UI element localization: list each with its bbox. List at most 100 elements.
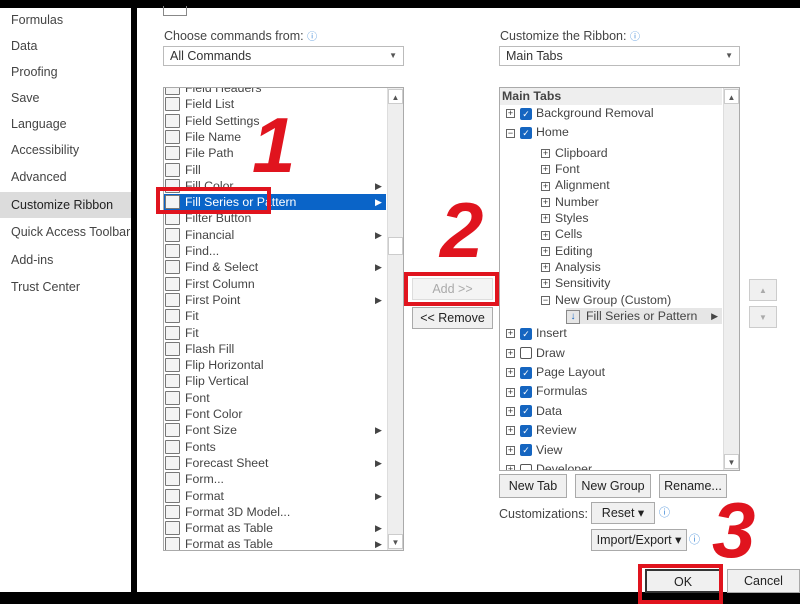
tree-item[interactable]: + Sensitivity xyxy=(541,275,610,291)
sidebar-item[interactable]: Add-ins xyxy=(0,247,131,273)
tree-item[interactable]: + Styles xyxy=(541,210,589,226)
tree-item[interactable]: + Developer xyxy=(506,461,592,470)
checkbox[interactable]: ✓ xyxy=(520,405,532,418)
expand-icon[interactable]: + xyxy=(506,387,515,397)
ribbon-dropdown[interactable]: Main Tabs ▼ xyxy=(499,46,740,66)
reset-button[interactable]: Reset ▾ xyxy=(591,502,655,524)
tree-item[interactable]: + ✓ Background Removal xyxy=(506,105,654,121)
expand-icon[interactable]: + xyxy=(506,109,515,119)
tree-item[interactable]: − New Group (Custom) xyxy=(541,292,671,308)
scroll-up-button[interactable]: ▲ xyxy=(388,89,403,104)
expand-icon[interactable]: + xyxy=(506,348,515,358)
new-group-button[interactable]: New Group xyxy=(575,474,651,498)
checkbox[interactable]: ✓ xyxy=(520,127,532,140)
sidebar-item[interactable]: Trust Center xyxy=(0,274,131,300)
command-item[interactable]: Fonts xyxy=(164,439,386,455)
tree-item[interactable]: + Alignment xyxy=(541,177,610,193)
command-item[interactable]: Form... xyxy=(164,471,386,487)
command-item[interactable]: Financial ▶ xyxy=(164,227,386,243)
sidebar-item[interactable]: Save xyxy=(0,85,131,111)
expand-icon[interactable]: + xyxy=(541,197,550,207)
tree-scrollbar[interactable]: ▲ ▼ xyxy=(723,88,739,470)
expand-icon[interactable]: + xyxy=(541,230,550,240)
checkbox[interactable] xyxy=(520,347,532,360)
scrollbar[interactable]: ▲ ▼ xyxy=(387,88,403,550)
scroll-thumb[interactable] xyxy=(388,237,403,255)
sidebar-item[interactable]: Language xyxy=(0,111,131,137)
tree-item[interactable]: + ✓ Insert xyxy=(506,325,567,341)
sidebar-item[interactable]: Formulas xyxy=(0,7,131,33)
collapse-icon[interactable]: − xyxy=(541,295,550,305)
expand-icon[interactable]: + xyxy=(506,368,515,378)
command-item[interactable]: Format as Table ▶ xyxy=(164,520,386,536)
sidebar-item[interactable]: Customize Ribbon xyxy=(0,192,131,218)
tree-item[interactable]: + ✓ Data xyxy=(506,403,562,419)
tree-item[interactable]: + ✓ Page Layout xyxy=(506,364,605,380)
import-export-button[interactable]: Import/Export ▾ xyxy=(591,529,687,551)
scroll-up-button[interactable]: ▲ xyxy=(724,89,739,104)
tree-item[interactable]: + Editing xyxy=(541,243,593,259)
command-item[interactable]: First Point ▶ xyxy=(164,292,386,308)
command-item[interactable]: Font Color xyxy=(164,406,386,422)
checkbox[interactable]: ✓ xyxy=(520,107,532,120)
expand-icon[interactable]: + xyxy=(541,214,550,224)
expand-icon[interactable]: + xyxy=(541,279,550,289)
command-item[interactable]: Fit xyxy=(164,308,386,324)
command-item[interactable]: Field Headers xyxy=(164,88,386,96)
command-item[interactable]: Find... xyxy=(164,243,386,259)
sidebar-item[interactable]: Quick Access Toolbar xyxy=(0,219,131,245)
collapse-icon[interactable]: − xyxy=(506,128,515,138)
tree-item[interactable]: + Font xyxy=(541,161,580,177)
tree-item[interactable]: + Clipboard xyxy=(541,145,608,161)
command-item[interactable]: Font xyxy=(164,390,386,406)
tree-item[interactable]: − ✓ Home xyxy=(506,124,569,140)
checkbox[interactable]: ✓ xyxy=(520,444,532,457)
tree-item[interactable]: + ✓ View xyxy=(506,442,562,458)
expand-icon[interactable]: + xyxy=(541,149,550,159)
remove-button[interactable]: << Remove xyxy=(412,307,493,329)
command-item[interactable]: Find & Select ▶ xyxy=(164,259,386,275)
sidebar-item[interactable]: Data xyxy=(0,33,131,59)
tree-item[interactable]: ↓ Fill Series or Pattern ▶ xyxy=(566,307,722,324)
expand-icon[interactable]: + xyxy=(541,165,550,175)
ribbon-tree[interactable]: Main Tabs ▲ ▼ + ✓ Background Removal − ✓ Home… xyxy=(499,87,740,471)
new-tab-button[interactable]: New Tab xyxy=(499,474,567,498)
tree-item[interactable]: + Analysis xyxy=(541,259,601,275)
checkbox[interactable]: ✓ xyxy=(520,327,532,340)
sidebar-item[interactable]: Proofing xyxy=(0,59,131,85)
sidebar-item[interactable]: Advanced xyxy=(0,164,131,190)
expand-icon[interactable]: + xyxy=(506,406,515,416)
expand-icon[interactable]: + xyxy=(541,246,550,256)
command-item[interactable]: Format as Table ▶ xyxy=(164,536,386,550)
scroll-down-button[interactable]: ▼ xyxy=(388,534,403,549)
expand-icon[interactable]: + xyxy=(541,263,550,273)
move-down-button[interactable]: ▼ xyxy=(749,306,777,328)
command-item[interactable]: Flip Horizontal xyxy=(164,357,386,373)
checkbox[interactable]: ✓ xyxy=(520,424,532,437)
expand-icon[interactable]: + xyxy=(506,445,515,455)
tree-item[interactable]: + ✓ Formulas xyxy=(506,383,587,399)
command-item[interactable]: Format ▶ xyxy=(164,488,386,504)
expand-icon[interactable]: + xyxy=(506,329,515,339)
tree-item[interactable]: + Number xyxy=(541,194,599,210)
tree-item[interactable]: + Draw xyxy=(506,345,565,361)
expand-icon[interactable]: + xyxy=(506,465,515,470)
sidebar-item[interactable]: Accessibility xyxy=(0,137,131,163)
tree-item[interactable]: + ✓ Review xyxy=(506,422,576,438)
command-item[interactable]: Flip Vertical xyxy=(164,373,386,389)
tree-item[interactable]: + Cells xyxy=(541,226,582,242)
command-item[interactable]: Format 3D Model... xyxy=(164,504,386,520)
command-item[interactable]: Font Size ▶ xyxy=(164,422,386,438)
expand-icon[interactable]: + xyxy=(541,181,550,191)
command-item[interactable]: Fit xyxy=(164,325,386,341)
checkbox[interactable]: ✓ xyxy=(520,386,532,399)
commands-dropdown[interactable]: All Commands ▼ xyxy=(163,46,404,66)
command-item[interactable]: First Column xyxy=(164,276,386,292)
move-up-button[interactable]: ▲ xyxy=(749,279,777,301)
command-item[interactable]: Forecast Sheet ▶ xyxy=(164,455,386,471)
checkbox[interactable] xyxy=(520,463,532,470)
scroll-down-button[interactable]: ▼ xyxy=(724,454,739,469)
command-item[interactable]: Flash Fill xyxy=(164,341,386,357)
expand-icon[interactable]: + xyxy=(506,426,515,436)
checkbox[interactable]: ✓ xyxy=(520,366,532,379)
